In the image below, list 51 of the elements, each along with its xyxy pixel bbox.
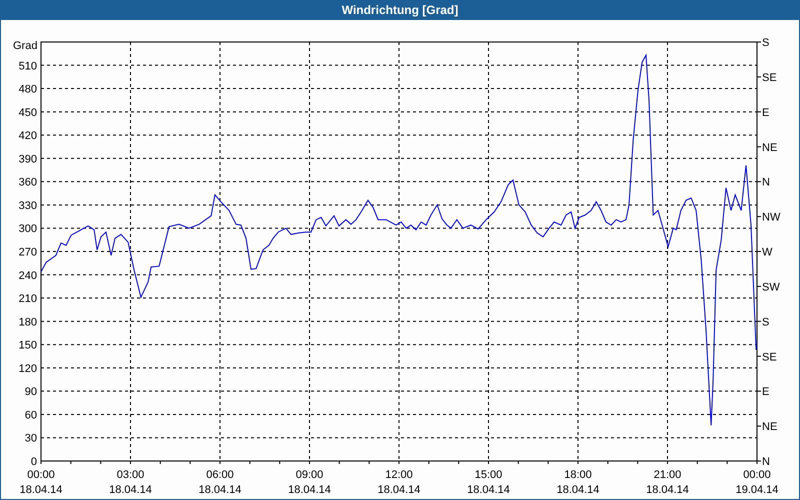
y-axis-title: Grad <box>13 40 38 52</box>
compass-axis-label: N <box>762 176 770 189</box>
y-axis-label: 120 <box>18 362 37 375</box>
x-axis-date-label: 18.04.14 <box>109 484 152 496</box>
compass-axis-label: E <box>762 386 770 398</box>
x-axis-date-label: 18.04.14 <box>378 484 420 496</box>
x-axis-date-label: 19.04.14 <box>736 484 778 496</box>
y-axis-label: 0 <box>30 456 37 468</box>
y-axis-label: 30 <box>24 432 37 445</box>
y-axis-label: 420 <box>18 130 37 142</box>
y-axis-label: 300 <box>18 223 37 236</box>
y-axis-label: 360 <box>18 176 37 189</box>
x-axis-date-label: 18.04.14 <box>467 484 510 496</box>
compass-axis-label: S <box>762 37 770 49</box>
y-axis-label: 390 <box>18 153 37 166</box>
y-axis-label: 150 <box>18 340 37 352</box>
y-axis-label: 90 <box>24 386 37 398</box>
x-axis-time-label: 00:00 <box>27 469 55 481</box>
x-axis-time-label: 06:00 <box>206 469 234 481</box>
x-axis-date-label: 18.04.14 <box>20 484 62 496</box>
x-axis-date-label: 18.04.14 <box>646 484 689 496</box>
x-axis-time-label: 18:00 <box>564 469 592 481</box>
x-axis-date-label: 18.04.14 <box>288 484 331 496</box>
compass-axis-label: NE <box>762 421 778 434</box>
y-axis-label: 240 <box>18 270 37 282</box>
compass-axis-label: S <box>762 316 770 328</box>
x-axis-time-label: 12:00 <box>385 469 413 481</box>
compass-axis-label: NE <box>762 142 778 154</box>
y-axis-label: 210 <box>18 293 37 306</box>
y-axis-label: 510 <box>18 60 37 72</box>
compass-axis-label: W <box>762 246 772 258</box>
y-axis-label: 330 <box>18 200 37 212</box>
y-axis-label: 450 <box>18 106 37 119</box>
x-axis-date-label: 18.04.14 <box>556 484 600 496</box>
y-axis-label: 180 <box>18 316 37 328</box>
y-axis-label: 270 <box>18 246 37 258</box>
compass-axis-label: NW <box>762 212 780 224</box>
x-axis-time-label: 03:00 <box>116 469 144 481</box>
compass-axis-label: SW <box>762 281 780 294</box>
x-axis-time-label: 09:00 <box>296 469 324 481</box>
compass-axis-label: N <box>762 456 770 468</box>
compass-axis-label: SE <box>762 351 777 364</box>
x-axis-date-label: 18.04.14 <box>198 484 242 496</box>
x-axis-time-label: 21:00 <box>654 469 682 481</box>
y-axis-label: 60 <box>24 409 37 422</box>
y-axis-label: 480 <box>18 84 37 96</box>
x-axis-time-label: 00:00 <box>743 469 771 481</box>
chart-title-bar: Windrichtung [Grad] <box>1 0 799 20</box>
x-axis-time-label: 15:00 <box>474 469 502 481</box>
compass-axis-label: E <box>762 106 770 119</box>
compass-axis-label: SE <box>762 72 777 84</box>
